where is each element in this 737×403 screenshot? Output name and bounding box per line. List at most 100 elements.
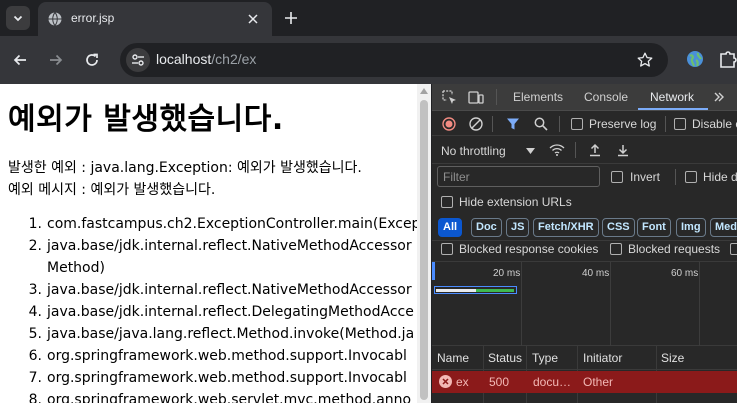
close-icon: [248, 14, 258, 24]
invert-label: Invert: [630, 170, 661, 184]
error-icon: [439, 375, 452, 388]
toolbar-divider: [559, 116, 560, 132]
page-scrollbar[interactable]: [417, 84, 431, 403]
third-party-checkbox[interactable]: [730, 243, 737, 255]
site-info-button[interactable]: [126, 48, 150, 72]
type-filter-font[interactable]: Font: [637, 218, 671, 237]
clear-button[interactable]: [467, 115, 485, 133]
tab-console[interactable]: Console: [584, 90, 628, 104]
filter-toggle-button[interactable]: [504, 115, 522, 133]
type-filter-media[interactable]: Med: [710, 218, 737, 237]
clear-icon: [469, 117, 483, 131]
address-bar[interactable]: localhost/ch2/ex: [120, 43, 668, 77]
page-title: 예외가 발생했습니다.: [8, 102, 284, 137]
bookmark-button[interactable]: [634, 49, 656, 71]
device-toggle-icon: [468, 90, 484, 104]
new-tab-button[interactable]: [280, 7, 302, 29]
timeline-gridline: [699, 262, 700, 346]
hide-data-urls-label: Hide d: [703, 170, 737, 184]
arrow-right-icon: [50, 54, 63, 66]
table-row[interactable]: ex 500 docu… Other: [432, 371, 737, 393]
inspect-element-button[interactable]: [440, 88, 458, 106]
type-filter-all[interactable]: All: [438, 218, 463, 237]
import-har-button[interactable]: [586, 141, 604, 159]
request-type: docu…: [533, 375, 572, 389]
page-viewport: 예외가 발생했습니다. 발생한 예외 : java.lang.Exception…: [0, 84, 417, 403]
forward-button[interactable]: [44, 48, 68, 72]
request-status: 500: [489, 375, 510, 389]
puzzle-icon: [720, 51, 737, 68]
column-header-size[interactable]: Size: [661, 351, 684, 365]
stack-trace-number: 6.: [28, 348, 42, 364]
scrollbar-thumb[interactable]: [420, 100, 428, 400]
triangle-up-icon: [420, 88, 428, 94]
type-filter-doc[interactable]: Doc: [471, 218, 502, 237]
type-filter-js[interactable]: JS: [506, 218, 530, 237]
tab-strip: error.jsp: [0, 0, 737, 36]
url-host: localhost: [156, 51, 212, 67]
device-toolbar-button[interactable]: [467, 88, 485, 106]
column-header-name[interactable]: Name: [437, 351, 469, 365]
more-tabs-button[interactable]: [710, 88, 728, 106]
back-button[interactable]: [8, 48, 32, 72]
stack-trace-text: java.base/jdk.internal.reflect.Delegatin…: [47, 304, 414, 320]
extensions-menu-button[interactable]: [718, 48, 737, 70]
upload-icon: [590, 143, 600, 157]
network-overview-timeline[interactable]: 20 ms 40 ms 60 ms: [432, 262, 737, 346]
export-har-button[interactable]: [614, 141, 632, 159]
throttling-select[interactable]: No throttling: [441, 144, 506, 158]
search-button[interactable]: [532, 115, 550, 133]
hide-data-urls-checkbox[interactable]: [685, 171, 697, 183]
hide-extension-urls-label: Hide extension URLs: [459, 195, 572, 209]
tab-network[interactable]: Network: [650, 90, 694, 104]
stack-trace-text: org.springframework.web.method.support.I…: [47, 370, 407, 386]
stop-recording-button[interactable]: [440, 115, 458, 133]
blocked-requests-checkbox[interactable]: [610, 243, 622, 255]
close-icon: [442, 378, 449, 385]
timeline-label-60ms: 60 ms: [671, 268, 699, 279]
browser-tab-active[interactable]: error.jsp: [38, 2, 272, 36]
stack-trace-number: 2.: [28, 238, 42, 254]
toolbar-divider: [496, 89, 497, 105]
timeline-gridline: [521, 262, 522, 346]
active-tab-indicator: [638, 108, 708, 110]
type-filter-img[interactable]: Img: [676, 218, 706, 237]
blocked-requests-label: Blocked requests: [628, 242, 721, 256]
type-filter-fetch-xhr[interactable]: Fetch/XHR: [533, 218, 599, 237]
column-header-initiator[interactable]: Initiator: [583, 351, 622, 365]
stack-trace-number: 3.: [28, 282, 42, 298]
column-header-status[interactable]: Status: [488, 351, 522, 365]
toolbar-divider: [575, 142, 576, 158]
extension-button[interactable]: [684, 48, 706, 70]
preserve-log-label: Preserve log: [589, 117, 657, 131]
tune-icon: [132, 54, 144, 66]
tab-search-button[interactable]: [6, 6, 30, 30]
exception-line: 발생한 예외 : java.lang.Exception: 예외가 발생했습니다…: [8, 160, 362, 176]
record-icon: [442, 117, 456, 131]
disable-cache-checkbox[interactable]: [674, 118, 686, 130]
tab-elements[interactable]: Elements: [513, 90, 563, 104]
toolbar-divider: [492, 116, 493, 132]
network-conditions-button[interactable]: [548, 141, 566, 159]
tab-title: error.jsp: [71, 11, 115, 25]
toolbar-divider: [675, 169, 676, 185]
url-text[interactable]: localhost/ch2/ex: [156, 51, 256, 67]
tab-close-button[interactable]: [244, 10, 262, 28]
stack-trace-number: 8.: [28, 392, 42, 403]
url-path: /ch2/ex: [211, 51, 257, 67]
blocked-response-cookies-checkbox[interactable]: [441, 243, 453, 255]
column-header-type[interactable]: Type: [532, 351, 558, 365]
request-initiator: Other: [583, 375, 614, 389]
filter-input[interactable]: [437, 166, 600, 187]
hide-extension-urls-checkbox[interactable]: [441, 196, 453, 208]
invert-checkbox[interactable]: [611, 171, 623, 183]
preserve-log-checkbox[interactable]: [571, 118, 583, 130]
double-chevron-right-icon: [714, 92, 724, 102]
type-filter-css[interactable]: CSS: [602, 218, 635, 237]
browser-toolbar: localhost/ch2/ex: [0, 36, 737, 84]
stack-trace-number: 5.: [28, 326, 42, 342]
globe-extension-icon: [687, 51, 703, 67]
reload-icon: [86, 53, 98, 66]
scroll-up-button[interactable]: [417, 84, 431, 98]
reload-button[interactable]: [80, 48, 104, 72]
